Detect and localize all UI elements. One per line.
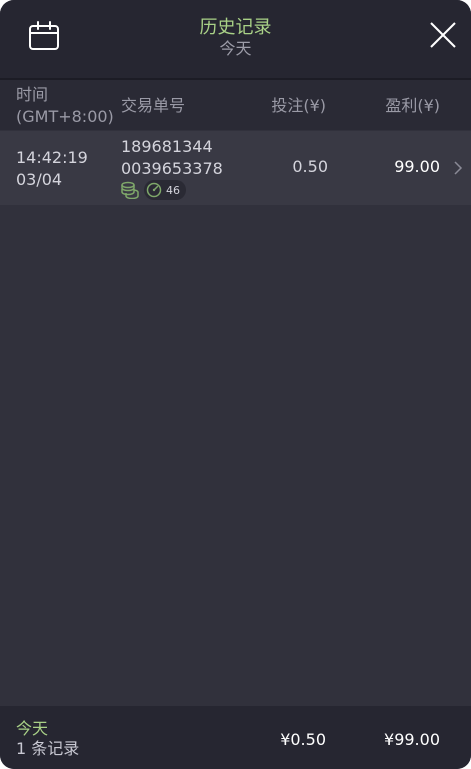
row-date-value: 03/04 xyxy=(16,170,63,189)
row-profit: 99.00 xyxy=(394,157,440,176)
page-title: 历史记录 xyxy=(199,17,272,38)
column-time-label: 时间 xyxy=(16,85,49,104)
summary-footer: 今天 1 条记录 ¥0.50 ¥99.00 xyxy=(0,706,471,769)
summary-total-profit: ¥99.00 xyxy=(384,730,440,749)
chevron-right-icon xyxy=(454,161,463,175)
column-order: 交易单号 xyxy=(121,96,186,115)
row-time-value: 14:42:19 xyxy=(16,148,88,167)
summary-total-bet: ¥0.50 xyxy=(280,730,326,749)
table-row[interactable]: 14:42:19 03/04 189681344 0039653378 46 0… xyxy=(0,131,471,205)
column-bet: 投注(¥) xyxy=(271,96,326,115)
summary-record-count: 1 条记录 xyxy=(16,739,80,758)
title-block: 历史记录 今天 xyxy=(0,17,471,59)
odds-badge: 46 xyxy=(144,180,186,200)
close-icon xyxy=(430,22,456,48)
row-bet: 0.50 xyxy=(292,157,328,176)
column-profit: 盈利(¥) xyxy=(385,96,440,115)
column-time: 时间 (GMT+8:00) xyxy=(16,84,114,128)
column-time-zone: (GMT+8:00) xyxy=(16,107,114,126)
row-order-line1: 189681344 xyxy=(121,137,213,156)
date-filter-label: 今天 xyxy=(219,39,252,58)
table-header: 时间 (GMT+8:00) 交易单号 投注(¥) 盈利(¥) xyxy=(0,80,471,130)
row-time: 14:42:19 03/04 xyxy=(16,147,88,191)
odds-badge-value: 46 xyxy=(166,183,180,197)
summary-period: 今天 xyxy=(16,719,49,738)
row-order-number: 189681344 0039653378 xyxy=(121,136,223,180)
header: 历史记录 今天 xyxy=(0,0,471,80)
row-order-line2: 0039653378 xyxy=(121,159,223,178)
gauge-icon xyxy=(146,182,162,198)
row-tags: 46 xyxy=(121,180,186,200)
history-panel: 历史记录 今天 时间 (GMT+8:00) 交易单号 投注(¥) 盈利(¥) 1… xyxy=(0,0,471,769)
close-button[interactable] xyxy=(424,16,462,54)
coins-icon xyxy=(121,181,139,199)
